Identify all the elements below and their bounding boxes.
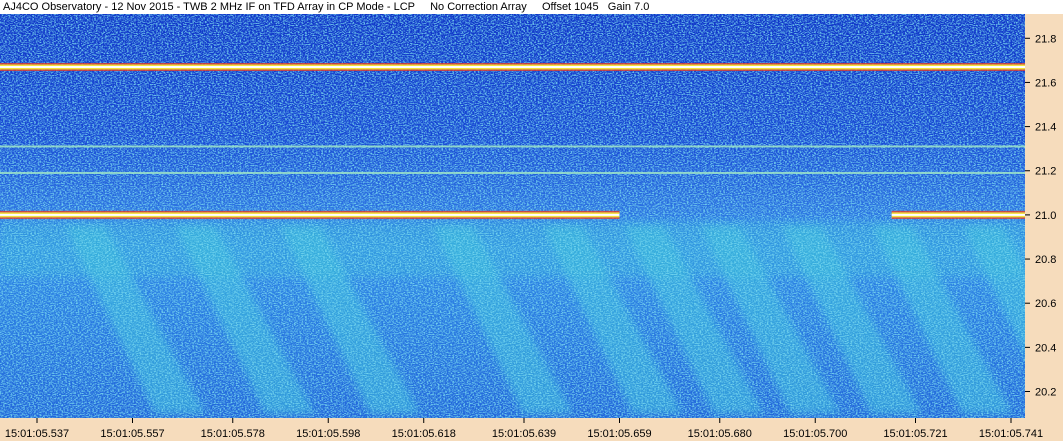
x-tick-label: 15:01:05.557 xyxy=(100,428,164,440)
y-tick-label: 21.8 xyxy=(1035,33,1056,45)
y-tick-label: 21.4 xyxy=(1035,122,1056,134)
y-tick-label: 20.2 xyxy=(1035,387,1056,399)
y-tick-label: 21.2 xyxy=(1035,166,1056,178)
x-tick-label: 15:01:05.680 xyxy=(688,428,752,440)
interference-line xyxy=(891,213,1025,216)
x-tick-label: 15:01:05.537 xyxy=(5,428,69,440)
x-tick-label: 15:01:05.741 xyxy=(979,428,1043,440)
y-tick-label: 21.6 xyxy=(1035,77,1056,89)
x-tick-label: 15:01:05.659 xyxy=(587,428,651,440)
x-axis: 15:01:05.537 15:01:05.557 15:01:05.578 15:0… xyxy=(0,418,1063,441)
interference-line xyxy=(0,65,1025,68)
x-tick-label: 15:01:05.618 xyxy=(392,428,456,440)
weak-line xyxy=(0,145,1025,148)
y-tick-label: 20.6 xyxy=(1035,298,1056,310)
y-tick-label: 20.8 xyxy=(1035,254,1056,266)
y-axis: 21.8 21.6 21.4 21.2 21.0 20.8 20.6 20.4 20.2 xyxy=(1025,14,1063,441)
y-tick-label: 20.4 xyxy=(1035,342,1056,354)
x-tick-label: 15:01:05.721 xyxy=(883,428,947,440)
weak-line xyxy=(0,171,1025,174)
x-tick-label: 15:01:05.598 xyxy=(296,428,360,440)
y-tick-label: 21.0 xyxy=(1035,210,1056,222)
interference-line xyxy=(0,213,620,216)
x-tick-label: 15:01:05.700 xyxy=(783,428,847,440)
x-tick-label: 15:01:05.639 xyxy=(492,428,556,440)
plot-area xyxy=(0,14,1063,418)
x-tick-label: 15:01:05.578 xyxy=(201,428,265,440)
spectrogram-chart: 21.8 21.6 21.4 21.2 21.0 20.8 20.6 20.4 20.2 15:… xyxy=(0,14,1063,441)
